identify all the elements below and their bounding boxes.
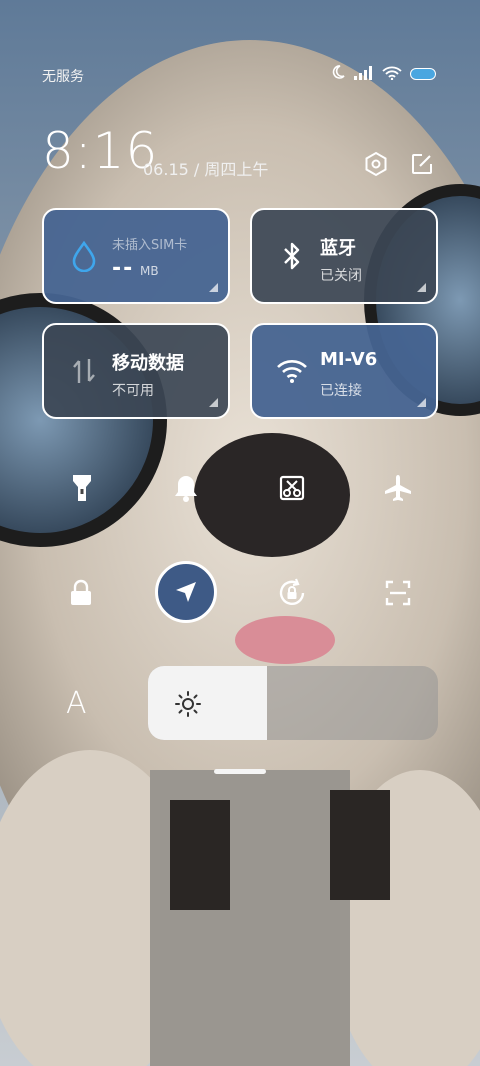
wifi-network-name: MI-V6 <box>320 349 378 370</box>
bluetooth-icon <box>276 240 308 272</box>
ringer-toggle[interactable] <box>166 468 206 508</box>
wifi-tile[interactable]: MI-V6 已连接 <box>250 323 438 419</box>
bluetooth-status: 已关闭 <box>320 268 362 284</box>
battery-icon <box>410 65 436 84</box>
signal-icon <box>354 65 374 84</box>
brightness-fill <box>148 666 267 740</box>
rotation-lock-toggle[interactable] <box>272 573 312 613</box>
sun-icon <box>174 690 202 718</box>
screenshot-icon <box>279 475 305 501</box>
bluetooth-title: 蓝牙 <box>320 238 356 259</box>
data-arrows-icon <box>68 355 100 387</box>
date-text: 06.15 / 周四上午 <box>143 160 269 179</box>
scan-icon <box>385 580 411 606</box>
moon-icon <box>330 64 346 84</box>
carrier-text: 无服务 <box>42 69 84 85</box>
mobile-data-status: 不可用 <box>112 383 154 399</box>
edit-icon <box>412 154 432 174</box>
screenshot-toggle[interactable] <box>272 468 312 508</box>
wifi-status: 已连接 <box>320 383 362 399</box>
lock-screen-toggle[interactable] <box>61 573 101 613</box>
lock-icon <box>71 579 91 605</box>
drag-handle[interactable] <box>214 769 266 774</box>
flashlight-icon <box>73 475 91 501</box>
expand-corner-icon <box>417 398 426 407</box>
airplane-mode-toggle[interactable] <box>378 468 418 508</box>
bell-icon <box>175 476 197 502</box>
wifi-icon <box>382 65 402 84</box>
status-bar: 无服务 <box>0 62 480 90</box>
water-drop-icon <box>68 240 100 272</box>
bluetooth-tile[interactable]: 蓝牙 已关闭 <box>250 208 438 304</box>
data-usage-unit: MB <box>140 264 159 278</box>
clock-time: 8:16 <box>42 122 159 180</box>
airplane-icon <box>385 475 411 501</box>
mobile-data-title: 移动数据 <box>112 353 184 374</box>
flashlight-toggle[interactable] <box>62 468 102 508</box>
edit-button[interactable] <box>408 150 436 178</box>
rotation-lock-icon <box>279 578 305 605</box>
data-usage-value: -- <box>112 256 135 281</box>
sim-data-tile[interactable]: 未插入SIM卡 -- MB <box>42 208 230 304</box>
font-size-button[interactable]: A <box>66 686 87 721</box>
settings-icon <box>365 151 387 177</box>
settings-button[interactable] <box>362 150 390 178</box>
location-toggle[interactable] <box>155 561 217 623</box>
brightness-slider[interactable] <box>148 666 438 740</box>
expand-corner-icon <box>209 398 218 407</box>
sim-status-label: 未插入SIM卡 <box>112 238 188 253</box>
expand-corner-icon <box>209 283 218 292</box>
wifi-icon <box>276 355 308 387</box>
location-icon <box>176 582 196 602</box>
mobile-data-tile[interactable]: 移动数据 不可用 <box>42 323 230 419</box>
scanner-toggle[interactable] <box>378 573 418 613</box>
expand-corner-icon <box>417 283 426 292</box>
